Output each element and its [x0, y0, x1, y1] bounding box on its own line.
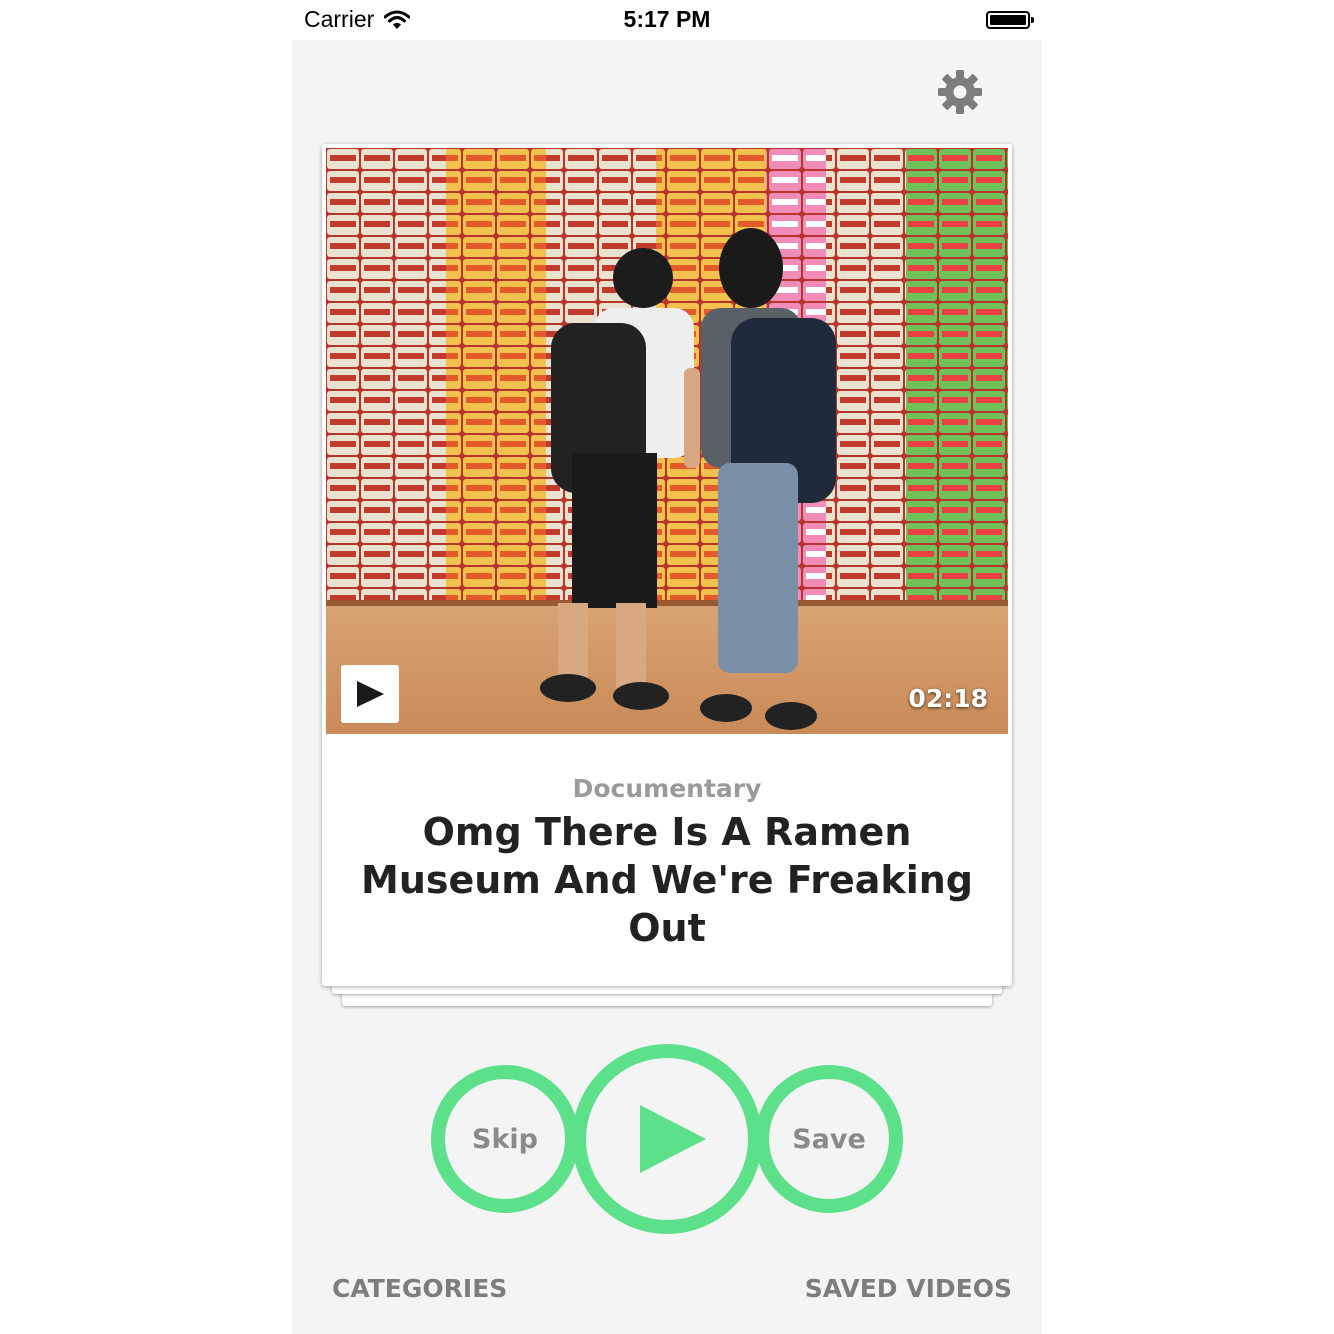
status-time: 5:17 PM	[623, 6, 711, 32]
skip-label: Skip	[472, 1123, 538, 1155]
ramen-museum-image	[326, 148, 1008, 734]
video-title: Omg There Is A Ramen Museum And We're Fr…	[361, 810, 973, 950]
video-thumbnail[interactable]: 02:18	[326, 148, 1008, 734]
skip-button[interactable]: Skip	[431, 1065, 579, 1213]
save-button[interactable]: Save	[755, 1065, 903, 1213]
categories-link[interactable]: CATEGORIES	[332, 1274, 507, 1303]
status-bar: Carrier 5:17 PM	[292, 0, 1042, 40]
video-category: Documentary	[572, 774, 762, 803]
app-screen: 02:18 Documentary Omg There Is A Ramen M…	[292, 40, 1042, 1334]
saved-videos-link[interactable]: SAVED VIDEOS	[805, 1274, 1012, 1303]
play-button[interactable]	[572, 1044, 762, 1234]
play-button-small[interactable]	[341, 665, 399, 723]
battery-icon	[986, 11, 1034, 29]
big-play-icon	[640, 1105, 706, 1173]
gear-icon[interactable]	[936, 68, 984, 116]
video-card[interactable]: 02:18 Documentary Omg There Is A Ramen M…	[322, 144, 1012, 986]
save-label: Save	[792, 1123, 866, 1155]
video-duration: 02:18	[908, 684, 988, 713]
play-icon	[357, 681, 384, 707]
